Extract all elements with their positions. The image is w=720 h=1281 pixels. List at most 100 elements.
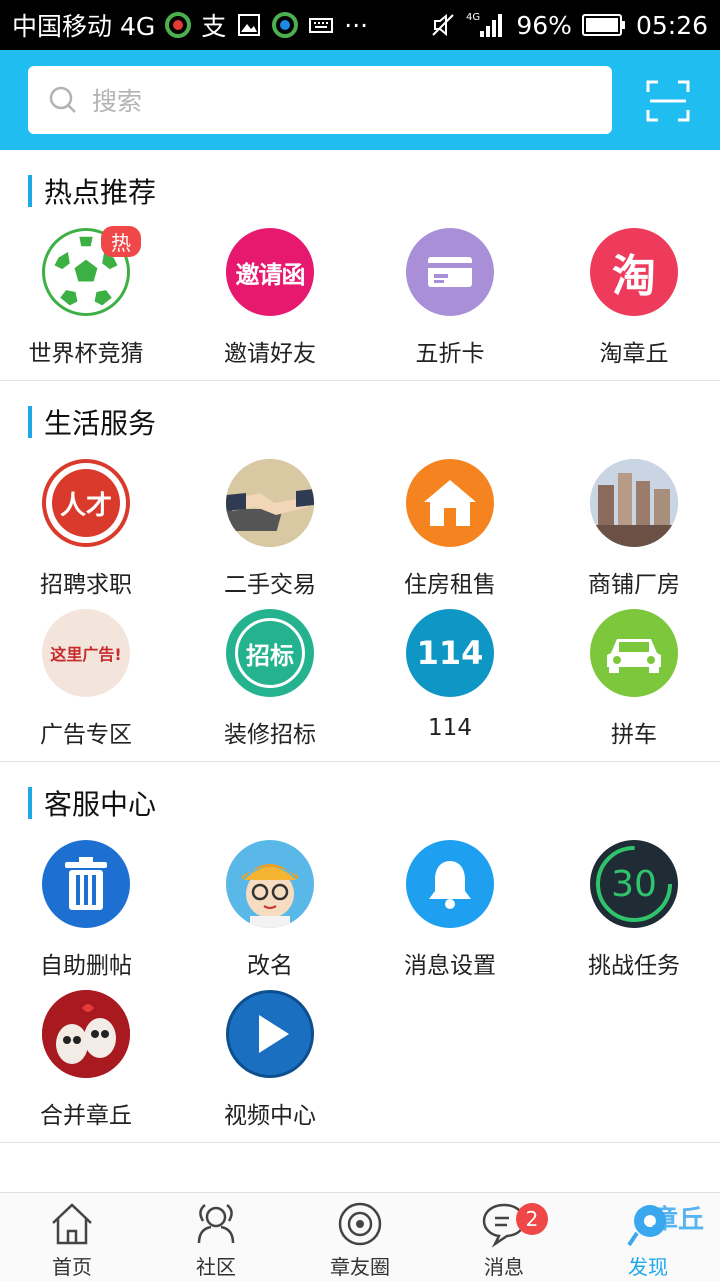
item-label: 二手交易 <box>224 572 316 598</box>
battery-percent: 96% <box>516 10 572 40</box>
challenge-icon-text: 30 <box>611 863 657 905</box>
ad-zone-icon: 这里广告! <box>42 609 130 697</box>
recruit-icon: 人才 <box>42 459 130 547</box>
tab-messages[interactable]: 2 消息 <box>432 1193 576 1281</box>
tab-home[interactable]: 首页 <box>0 1193 144 1281</box>
item-label: 114 <box>428 715 472 741</box>
item-world-cup[interactable]: 热 世界杯竞猜 <box>0 226 176 368</box>
item-half-price-card[interactable]: 五折卡 <box>360 228 540 368</box>
carrier-label: 中国移动 4G <box>12 12 156 41</box>
tab-discover[interactable]: 发现 章丘 <box>576 1193 720 1281</box>
bidding-icon-text: 招标 <box>246 641 294 670</box>
tab-community[interactable]: 社区 <box>144 1193 288 1281</box>
challenge-timer-icon: 30 <box>590 840 678 928</box>
app-watermark-logo: 章丘 <box>652 1205 705 1235</box>
item-label: 住房租售 <box>404 572 496 598</box>
item-label: 商铺厂房 <box>588 572 680 598</box>
item-label: 招聘求职 <box>40 572 132 598</box>
item-114[interactable]: 114 114 <box>360 609 540 749</box>
invite-letter-icon: 邀请函 <box>226 228 314 316</box>
merge-eggs-icon <box>42 990 130 1078</box>
ad-icon-text: 这里广告! <box>50 645 122 664</box>
tab-friends-circle[interactable]: 章友圈 <box>288 1193 432 1281</box>
search-icon <box>49 86 76 113</box>
item-shops[interactable]: 商铺厂房 <box>544 459 720 599</box>
community-icon <box>197 1204 235 1244</box>
section-title-text: 热点推荐 <box>44 176 157 209</box>
battery-icon <box>581 14 625 36</box>
item-second-hand[interactable]: 二手交易 <box>180 459 360 599</box>
item-label: 拼车 <box>611 722 657 748</box>
icon-114-text: 114 <box>416 634 484 672</box>
item-label: 视频中心 <box>224 1103 316 1129</box>
bidding-icon: 招标 <box>226 609 314 697</box>
item-recruitment[interactable]: 人才 招聘求职 <box>0 459 176 599</box>
mute-icon <box>432 13 455 37</box>
item-invite-friends[interactable]: 邀请函 邀请好友 <box>180 228 360 368</box>
item-label: 五折卡 <box>415 341 485 367</box>
hot-badge: 热 <box>101 226 141 257</box>
item-label: 邀请好友 <box>224 341 316 367</box>
item-label: 自助删帖 <box>40 953 132 979</box>
section-hot-title: 热点推荐 <box>28 174 157 209</box>
section-title-text: 生活服务 <box>44 407 157 440</box>
tab-label: 首页 <box>52 1255 92 1279</box>
app-notification-icon-2 <box>272 12 299 38</box>
item-decor-bidding[interactable]: 招标 装修招标 <box>180 609 360 749</box>
play-icon <box>226 990 314 1078</box>
scan-icon[interactable] <box>646 80 690 122</box>
top-bar: 搜索 <box>0 50 720 150</box>
handshake-icon <box>226 459 314 547</box>
home-icon <box>52 1203 92 1245</box>
buildings-icon <box>590 459 678 547</box>
signal-4g-icon: 4G <box>466 12 503 37</box>
message-count-badge: 2 <box>516 1203 548 1235</box>
more-notifications-icon: ··· <box>344 10 369 40</box>
tab-label: 章友圈 <box>330 1255 390 1279</box>
item-merge-zhangqiu[interactable]: 合并章丘 <box>0 990 176 1130</box>
car-icon <box>590 609 678 697</box>
item-challenge-task[interactable]: 30 挑战任务 <box>544 840 720 980</box>
item-carpool[interactable]: 拼车 <box>544 609 720 749</box>
svg-text:4G: 4G <box>466 12 480 23</box>
section-life-services: 生活服务 人才 招聘求职 二手交易 住房租售 商铺厂房 这里广告! 广告专区 招… <box>0 381 720 762</box>
circle-icon <box>338 1202 382 1246</box>
section-service-title: 客服中心 <box>28 786 157 821</box>
search-placeholder: 搜索 <box>92 87 143 116</box>
item-tao-zhangqiu[interactable]: 淘 淘章丘 <box>544 228 720 368</box>
trash-icon <box>42 840 130 928</box>
phone-114-icon: 114 <box>406 609 494 697</box>
bottom-tab-bar: 首页 社区 章友圈 2 消息 发现 章丘 <box>0 1192 720 1281</box>
search-input[interactable]: 搜索 <box>28 66 612 134</box>
invite-icon-text: 邀请函 <box>235 260 306 289</box>
taobao-icon: 淘 <box>590 228 678 316</box>
item-video-center[interactable]: 视频中心 <box>180 990 360 1130</box>
clock: 05:26 <box>635 10 708 40</box>
item-message-settings[interactable]: 消息设置 <box>360 840 540 980</box>
item-ad-zone[interactable]: 这里广告! 广告专区 <box>0 609 176 749</box>
item-self-delete[interactable]: 自助删帖 <box>0 840 176 980</box>
section-life-title: 生活服务 <box>28 405 157 440</box>
item-label: 消息设置 <box>404 953 496 979</box>
avatar-rename-icon <box>226 840 314 928</box>
image-notification-icon <box>238 14 261 36</box>
section-hot: 热点推荐 热 世界杯竞猜 邀请函 邀请好友 五折卡 淘 淘章丘 <box>0 150 720 381</box>
taobao-icon-text: 淘 <box>612 251 656 302</box>
item-label: 改名 <box>247 953 293 979</box>
status-bar: 中国移动 4G 支 ··· 4G 96% 05:26 <box>0 0 720 50</box>
tab-label: 发现 <box>628 1255 668 1279</box>
item-label: 世界杯竞猜 <box>28 341 144 367</box>
section-customer-service: 客服中心 自助删帖 改名 消息设置 30 挑战任务 合并章丘 视频中心 <box>0 762 720 1143</box>
tab-label: 消息 <box>484 1255 524 1279</box>
card-icon <box>406 228 494 316</box>
app-notification-icon <box>165 12 192 38</box>
recruit-icon-text: 人才 <box>59 490 112 521</box>
item-label: 合并章丘 <box>40 1103 132 1129</box>
item-label: 挑战任务 <box>588 953 680 979</box>
item-rename[interactable]: 改名 <box>180 840 360 980</box>
item-label: 淘章丘 <box>599 341 669 367</box>
section-title-text: 客服中心 <box>44 788 157 821</box>
bell-icon <box>406 840 494 928</box>
alipay-notification-icon: 支 <box>201 12 227 41</box>
item-housing[interactable]: 住房租售 <box>360 459 540 599</box>
